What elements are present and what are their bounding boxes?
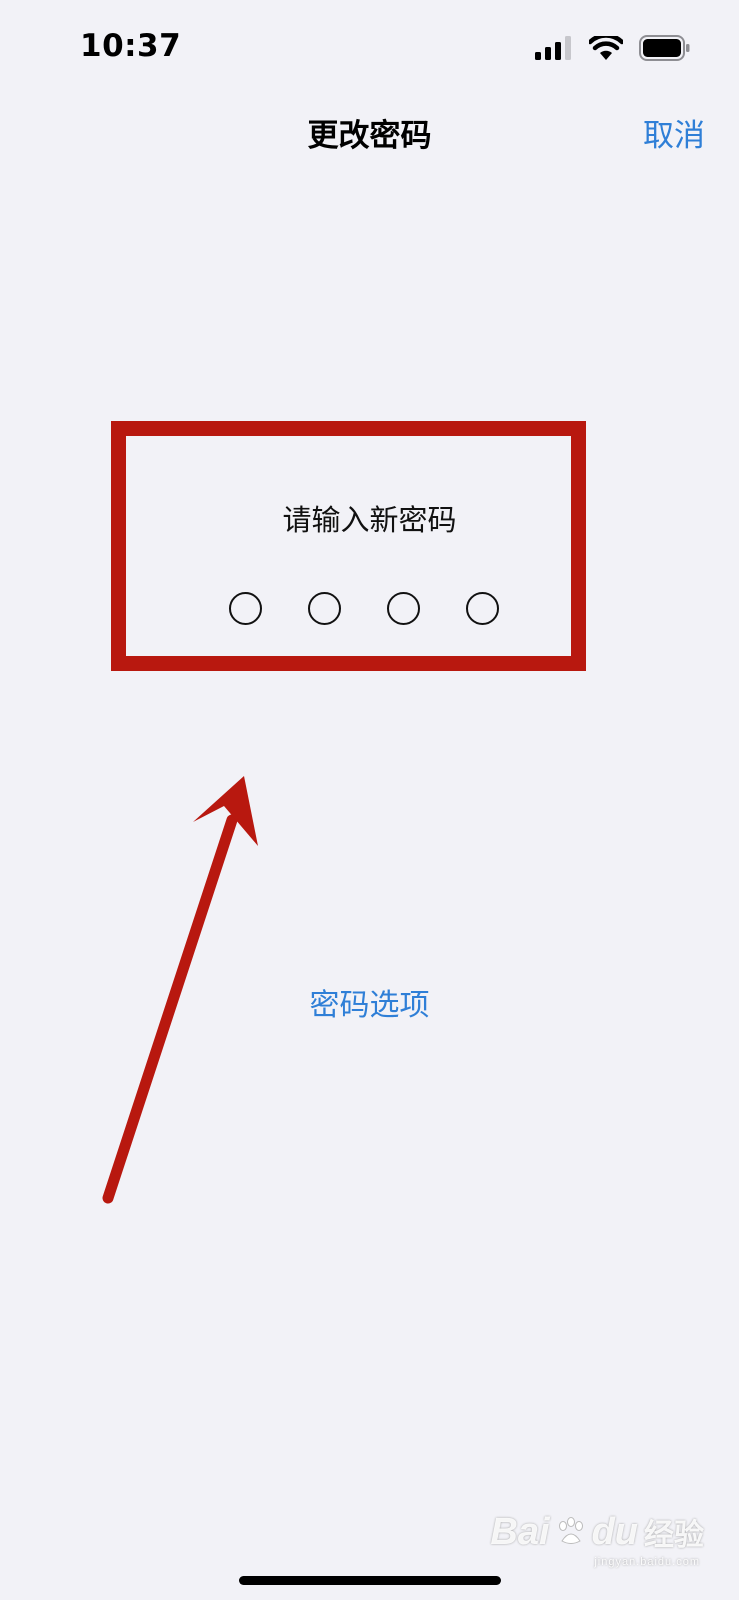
- paw-icon: [558, 1517, 583, 1544]
- passcode-options-link[interactable]: 密码选项: [0, 980, 739, 1024]
- watermark-brand-suffix: du: [591, 1510, 638, 1553]
- watermark-url: jingyan.baidu.com: [594, 1556, 700, 1568]
- baidu-watermark: Bai du 经验 jingyan.baidu.com: [490, 1510, 704, 1569]
- watermark-brand: Bai: [490, 1510, 550, 1553]
- annotation-arrow: [102, 776, 258, 1204]
- home-indicator[interactable]: [239, 1576, 501, 1585]
- watermark-cn: 经验: [644, 1518, 704, 1553]
